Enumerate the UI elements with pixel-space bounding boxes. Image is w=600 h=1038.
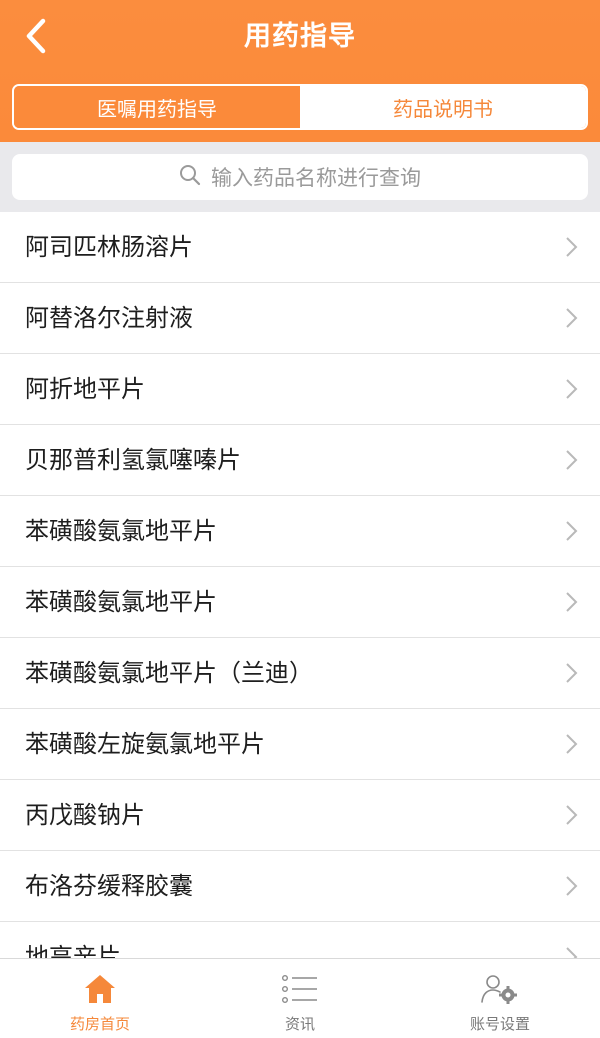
chevron-right-icon xyxy=(566,805,578,825)
chevron-right-icon xyxy=(566,450,578,470)
drug-name: 贝那普利氢氯噻嗪片 xyxy=(25,446,241,474)
chevron-right-icon xyxy=(566,521,578,541)
user-settings-icon xyxy=(480,971,520,1007)
drug-name: 苯磺酸氨氯地平片（兰迪） xyxy=(25,659,313,687)
header: 用药指导 医嘱用药指导 药品说明书 xyxy=(0,0,600,142)
chevron-right-icon xyxy=(566,663,578,683)
chevron-right-icon xyxy=(566,592,578,612)
list-item[interactable]: 阿司匹林肠溶片 xyxy=(0,212,600,283)
drug-name: 苯磺酸氨氯地平片 xyxy=(25,588,217,616)
tab-news[interactable]: 资讯 xyxy=(200,959,400,1038)
chevron-right-icon xyxy=(566,308,578,328)
drug-name: 阿替洛尔注射液 xyxy=(25,304,193,332)
list-item[interactable]: 苯磺酸左旋氨氯地平片 xyxy=(0,709,600,780)
drug-name: 阿司匹林肠溶片 xyxy=(25,233,193,261)
tab-label: 账号设置 xyxy=(469,1015,530,1033)
list-item[interactable]: 布洛芬缓释胶囊 xyxy=(0,851,600,922)
tab-label: 资讯 xyxy=(284,1015,315,1033)
segmented-control: 医嘱用药指导 药品说明书 xyxy=(12,84,588,130)
chevron-right-icon xyxy=(566,237,578,257)
search-input[interactable]: 输入药品名称进行查询 xyxy=(12,154,588,200)
page-title: 用药指导 xyxy=(244,21,356,52)
list-item[interactable]: 苯磺酸氨氯地平片 xyxy=(0,567,600,638)
drug-name: 丙戊酸钠片 xyxy=(25,801,145,829)
list-item[interactable]: 苯磺酸氨氯地平片（兰迪） xyxy=(0,638,600,709)
list-item[interactable]: 阿折地平片 xyxy=(0,354,600,425)
list-item[interactable]: 贝那普利氢氯噻嗪片 xyxy=(0,425,600,496)
chevron-right-icon xyxy=(566,734,578,754)
chevron-right-icon xyxy=(566,947,578,958)
list-item[interactable]: 苯磺酸氨氯地平片 xyxy=(0,496,600,567)
search-icon xyxy=(179,164,211,190)
tab-account-settings[interactable]: 账号设置 xyxy=(400,959,600,1038)
list-item[interactable]: 地高辛片 xyxy=(0,922,600,958)
home-icon xyxy=(80,971,120,1007)
tab-drug-leaflet[interactable]: 药品说明书 xyxy=(300,86,586,128)
app-screen: 用药指导 医嘱用药指导 药品说明书 输入药品名称进行查询 阿司匹林肠溶片 阿替洛… xyxy=(0,0,600,1038)
list-item[interactable]: 阿替洛尔注射液 xyxy=(0,283,600,354)
list-item[interactable]: 丙戊酸钠片 xyxy=(0,780,600,851)
search-placeholder: 输入药品名称进行查询 xyxy=(211,166,421,190)
tab-label: 药房首页 xyxy=(69,1015,130,1033)
list-icon xyxy=(280,971,320,1007)
search-area: 输入药品名称进行查询 xyxy=(0,142,600,212)
drug-list: 阿司匹林肠溶片 阿替洛尔注射液 阿折地平片 贝那普利氢氯噻嗪片 苯磺酸氨氯地平片… xyxy=(0,212,600,958)
drug-name: 苯磺酸左旋氨氯地平片 xyxy=(25,730,265,758)
bottom-tab-bar: 药房首页 资讯 账号设置 xyxy=(0,958,600,1038)
drug-name: 地高辛片 xyxy=(25,943,121,958)
tab-pharmacy-home[interactable]: 药房首页 xyxy=(0,959,200,1038)
drug-name: 布洛芬缓释胶囊 xyxy=(25,872,193,900)
chevron-right-icon xyxy=(566,876,578,896)
tab-prescription-guidance[interactable]: 医嘱用药指导 xyxy=(14,86,300,128)
chevron-right-icon xyxy=(566,379,578,399)
drug-name: 阿折地平片 xyxy=(25,375,145,403)
drug-name: 苯磺酸氨氯地平片 xyxy=(25,517,217,545)
